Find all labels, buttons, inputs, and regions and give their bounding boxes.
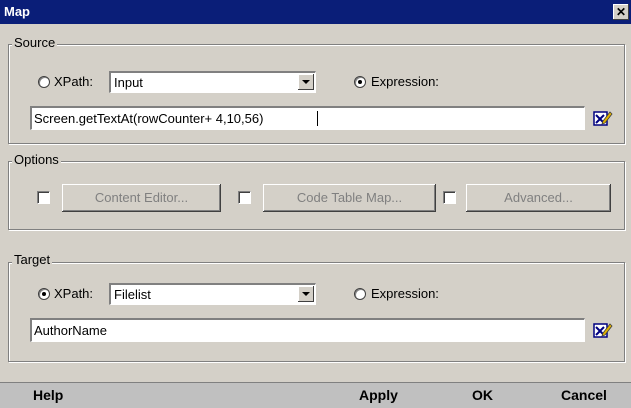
target-text-value: AuthorName — [34, 323, 107, 338]
bottom-button-bar: Help Apply OK Cancel — [0, 382, 631, 408]
source-xpath-select[interactable]: Input — [109, 71, 316, 93]
content-editor-checkbox[interactable] — [37, 191, 50, 204]
target-group — [8, 262, 625, 362]
edit-expression-icon[interactable] — [593, 321, 613, 339]
help-button[interactable]: Help — [33, 387, 63, 403]
source-expression-radio[interactable] — [354, 76, 366, 88]
source-expression-value: Screen.getTextAt(rowCounter+ 4,10,56) — [34, 111, 264, 126]
source-expression-field[interactable]: Screen.getTextAt(rowCounter+ 4,10,56) — [30, 106, 585, 130]
close-button[interactable]: ✕ — [613, 4, 629, 20]
advanced-button[interactable]: Advanced... — [466, 184, 611, 212]
apply-button[interactable]: Apply — [359, 387, 398, 403]
content-editor-button[interactable]: Content Editor... — [62, 184, 221, 212]
target-expression-radio[interactable] — [354, 288, 366, 300]
dropdown-arrow-icon[interactable] — [298, 74, 314, 90]
title-bar[interactable]: Map ✕ — [0, 0, 631, 24]
cancel-button[interactable]: Cancel — [561, 387, 607, 403]
window-title: Map — [4, 4, 30, 19]
code-table-map-checkbox[interactable] — [238, 191, 251, 204]
edit-expression-icon[interactable] — [593, 109, 613, 127]
source-xpath-label: XPath: — [54, 74, 94, 89]
target-legend: Target — [12, 252, 53, 267]
dropdown-arrow-icon[interactable] — [298, 286, 314, 302]
options-legend: Options — [12, 152, 61, 167]
target-expression-label: Expression: — [371, 286, 439, 301]
text-caret — [317, 111, 318, 126]
target-xpath-label: XPath: — [54, 286, 94, 301]
code-table-map-button[interactable]: Code Table Map... — [263, 184, 436, 212]
target-text-field[interactable]: AuthorName — [30, 318, 585, 342]
advanced-checkbox[interactable] — [443, 191, 456, 204]
close-icon: ✕ — [615, 5, 627, 19]
target-xpath-select[interactable]: Filelist — [109, 283, 316, 305]
source-xpath-value: Input — [114, 75, 143, 90]
target-xpath-value: Filelist — [114, 287, 151, 302]
map-dialog: Map ✕ Source XPath: Input Expression: Sc… — [0, 0, 631, 408]
ok-button[interactable]: OK — [472, 387, 493, 403]
source-xpath-radio[interactable] — [38, 76, 50, 88]
target-xpath-radio[interactable] — [38, 288, 50, 300]
source-expression-label: Expression: — [371, 74, 439, 89]
source-legend: Source — [12, 35, 58, 50]
